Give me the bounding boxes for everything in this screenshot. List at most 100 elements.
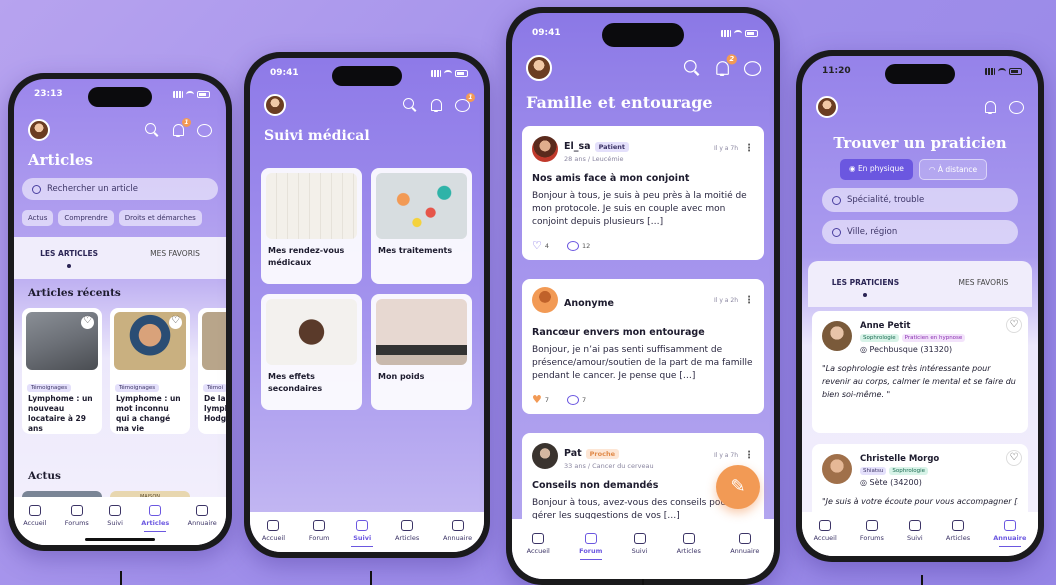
tab-les-praticiens[interactable]: LES PRATICIENS [832, 278, 899, 297]
card-rendez-vous[interactable]: Mes rendez-vous médicaux [261, 168, 362, 284]
nav-forums[interactable]: Forums [65, 505, 89, 527]
heart-icon[interactable]: ♡ [1006, 317, 1022, 333]
wifi-icon [444, 69, 452, 77]
bell-icon[interactable]: 1 [170, 118, 191, 138]
card-traitements[interactable]: Mes traitements [371, 168, 472, 284]
nav-annuaire[interactable]: Annuaire [730, 533, 759, 555]
nav-label: Annuaire [442, 534, 473, 542]
chat-icon[interactable] [196, 122, 212, 138]
avatar[interactable] [264, 94, 286, 116]
chip-droits[interactable]: Droits et démarches [118, 210, 202, 226]
comment-button[interactable]: 7 [567, 394, 586, 405]
page-title: Suivi médical [264, 128, 370, 144]
tab-les-articles[interactable]: LES ARTICLES [40, 249, 98, 268]
new-post-button[interactable]: ✎ [716, 465, 760, 509]
page-title: Famille et entourage [526, 93, 713, 112]
tab-mes-favoris[interactable]: MES FAVORIS [150, 249, 200, 268]
search-icon[interactable] [144, 122, 160, 138]
nav-articles[interactable]: Articles [677, 533, 701, 555]
more-icon[interactable]: ⋮ [744, 143, 754, 154]
nav-articles[interactable]: Articles [946, 520, 970, 542]
nav-accueil[interactable]: Accueil [262, 520, 285, 542]
nav-suivi[interactable]: Suivi [632, 533, 647, 555]
search-icon[interactable] [402, 97, 418, 113]
author-info: 28 ans / Leucémie [564, 155, 624, 163]
practitioner-card[interactable]: ♡ Anne Petit Sophrologie Praticien en hyp… [812, 311, 1028, 433]
dynamic-island [885, 64, 955, 84]
phone-famille: 09:41 2 Famille et entourage El_sa Patien… [506, 7, 780, 585]
card-poids[interactable]: Mon poids [371, 294, 472, 410]
wifi-icon [186, 90, 194, 98]
forum-post[interactable]: Anonyme Il y a 2h ⋮ Rancœur envers mon en… [522, 279, 764, 414]
article-card[interactable]: Témoignages Lymphome : un mot inconnu qu… [110, 308, 190, 434]
nav-label: Suivi [107, 519, 123, 527]
article-title: De la lymphome Hodgkin [204, 394, 226, 423]
avatar[interactable] [526, 55, 552, 81]
screen-praticien: 11:20 Trouver un praticien ◉ En physique… [802, 56, 1038, 556]
specialty-search-input[interactable]: Spécialité, trouble [822, 188, 1018, 212]
nav-suivi[interactable]: Suivi [351, 520, 374, 547]
chat-icon[interactable] [743, 59, 762, 77]
bottom-nav: Accueil Forums Suivi Articles Annuaire [802, 512, 1038, 556]
fatigue-image [266, 299, 357, 365]
nav-forums[interactable]: Forums [860, 520, 884, 542]
chat-icon[interactable]: 1 [454, 93, 475, 113]
nav-annuaire[interactable]: Annuaire [443, 520, 472, 542]
search-input[interactable]: Rechercher un article [22, 178, 218, 200]
like-button[interactable]: ♡ 4 [532, 239, 549, 252]
nav-label: Articles [676, 547, 701, 555]
bell-icon[interactable] [428, 97, 444, 113]
practitioner-quote: "Je suis à votre écoute pour vous accomp… [822, 497, 1018, 506]
nav-annuaire[interactable]: Annuaire [188, 505, 217, 527]
nav-forum[interactable]: Forum [309, 520, 329, 542]
like-count: 7 [544, 395, 550, 404]
wifi-icon: ◠ [928, 165, 938, 174]
more-icon[interactable]: ⋮ [744, 295, 754, 306]
avatar[interactable] [816, 96, 838, 118]
chip-actus[interactable]: Actus [22, 210, 54, 226]
notification-badge: 2 [726, 54, 737, 65]
search-placeholder: Spécialité, trouble [847, 195, 925, 205]
city-search-input[interactable]: Ville, région [822, 220, 1018, 244]
article-card[interactable]: Témoignages Lymphome : un nouveau locata… [22, 308, 102, 434]
calendar-image [266, 173, 357, 239]
bell-icon[interactable]: 2 [713, 54, 737, 77]
nav-annuaire[interactable]: Annuaire [993, 520, 1026, 547]
nav-suivi[interactable]: Suivi [907, 520, 923, 542]
bell-icon[interactable] [982, 99, 998, 115]
avatar[interactable] [28, 119, 50, 141]
chat-icon[interactable] [1008, 99, 1024, 115]
nav-suivi[interactable]: Suivi [107, 505, 123, 527]
post-title: Rancœur envers mon entourage [532, 327, 705, 338]
chip-comprendre[interactable]: Comprendre [58, 210, 114, 226]
pointer-line [120, 571, 122, 585]
nav-accueil[interactable]: Accueil [814, 520, 837, 542]
post-time: Il y a 7h [713, 145, 738, 152]
search-placeholder: Rechercher un article [47, 184, 138, 194]
more-icon[interactable]: ⋮ [744, 450, 754, 461]
home-icon [532, 533, 545, 544]
card-effets-secondaires[interactable]: Mes effets secondaires [261, 294, 362, 410]
forums-icon [70, 505, 83, 516]
search-icon[interactable] [683, 59, 701, 77]
nav-forum[interactable]: Forum [579, 533, 602, 560]
nav-accueil[interactable]: Accueil [527, 533, 550, 555]
nav-articles[interactable]: Articles [395, 520, 419, 542]
tab-mes-favoris[interactable]: MES FAVORIS [959, 278, 1009, 297]
toggle-a-distance[interactable]: ◠ À distance [918, 159, 988, 180]
toggle-en-physique[interactable]: ◉ En physique [840, 159, 913, 180]
comment-button[interactable]: 12 [567, 240, 590, 251]
heart-icon[interactable]: ♡ [1006, 450, 1022, 466]
post-time: Il y a 7h [713, 452, 738, 459]
heart-icon[interactable] [81, 315, 94, 329]
nav-accueil[interactable]: Accueil [23, 505, 46, 527]
like-button[interactable]: ♥ 7 [532, 393, 549, 406]
forum-post[interactable]: El_sa Patient 28 ans / Leucémie Il y a 7h… [522, 126, 764, 260]
portrait-image [114, 312, 186, 370]
nav-articles[interactable]: Articles [141, 505, 169, 532]
practitioner-location: Sète (34200) [869, 478, 922, 487]
anonymous-avatar [532, 287, 558, 313]
article-card[interactable]: Témoi De la lymphome Hodgkin [198, 308, 226, 434]
heart-icon[interactable] [169, 315, 182, 329]
search-placeholder: Ville, région [847, 227, 898, 237]
